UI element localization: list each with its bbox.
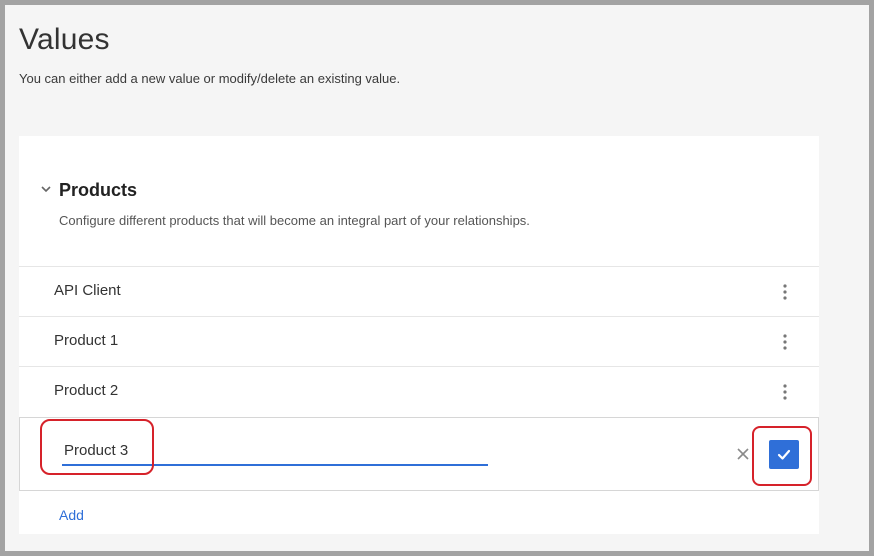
page-subtitle: You can either add a new value or modify… bbox=[19, 71, 401, 86]
page-title: Values bbox=[19, 23, 110, 56]
section-header[interactable]: Products Configure different products th… bbox=[19, 136, 819, 266]
value-input[interactable] bbox=[62, 436, 488, 466]
chevron-down-icon[interactable] bbox=[39, 182, 53, 196]
checkmark-icon bbox=[777, 449, 791, 460]
section-description: Configure different products that will b… bbox=[59, 213, 530, 228]
app-frame: Values You can either add a new value or… bbox=[0, 0, 874, 556]
kebab-menu-icon[interactable] bbox=[777, 333, 793, 351]
list-item[interactable]: Product 2 bbox=[19, 366, 819, 416]
section-title: Products bbox=[59, 180, 138, 200]
list-item[interactable]: API Client bbox=[19, 266, 819, 316]
list-item-label: Product 1 bbox=[54, 332, 119, 349]
confirm-button[interactable] bbox=[769, 440, 799, 469]
list-item[interactable]: Product 1 bbox=[19, 316, 819, 366]
edit-row bbox=[19, 417, 819, 491]
add-value-link[interactable]: Add bbox=[59, 507, 84, 523]
close-icon[interactable] bbox=[736, 447, 750, 461]
list-item-label: API Client bbox=[54, 282, 121, 299]
kebab-menu-icon[interactable] bbox=[777, 283, 793, 301]
products-card: Products Configure different products th… bbox=[19, 136, 819, 534]
list-item-label: Product 2 bbox=[54, 382, 119, 399]
kebab-menu-icon[interactable] bbox=[777, 383, 793, 401]
